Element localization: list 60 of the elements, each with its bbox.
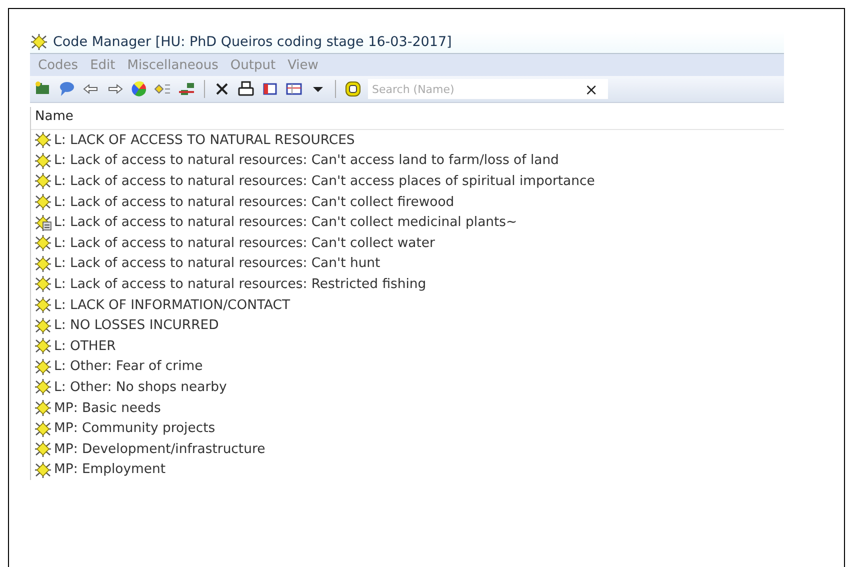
code-row[interactable]: L: Other: Fear of crime — [31, 356, 784, 378]
code-star-icon — [34, 296, 52, 314]
code-name: MP: Employment — [54, 462, 166, 478]
code-row[interactable]: L: NO LOSSES INCURRED — [31, 315, 784, 336]
color-wheel-icon[interactable] — [130, 80, 148, 98]
code-row[interactable]: L: OTHER — [31, 336, 784, 357]
code-name: L: NO LOSSES INCURRED — [54, 318, 219, 334]
code-name: L: Lack of access to natural resources: Can't collect medicinal plants~ — [54, 215, 518, 230]
code-row[interactable]: L: Lack of access to natural resources: Can't access land to farm/loss of land — [31, 150, 784, 172]
code-star-icon — [34, 131, 52, 150]
code-star-icon — [34, 378, 52, 396]
code-name: L: OTHER — [54, 338, 116, 354]
code-row[interactable]: MP: Employment — [31, 460, 784, 480]
code-name: L: Lack of access to natural resources: Restricted fishing — [54, 276, 426, 292]
code-name: L: LACK OF ACCESS TO NATURAL RESOURCES — [54, 132, 355, 148]
code-star-icon — [34, 172, 52, 190]
code-name: L: LACK OF INFORMATION/CONTACT — [54, 298, 290, 313]
code-row[interactable]: MP: Development/infrastructure — [31, 438, 784, 460]
code-row[interactable]: L: Other: No shops nearby — [31, 377, 784, 398]
code-star-icon — [34, 316, 52, 335]
code-star-icon — [34, 420, 52, 438]
column-header[interactable]: Name — [31, 107, 784, 130]
code-name: L: Lack of access to natural resources: Can't hunt — [54, 256, 380, 272]
code-memo-icon — [34, 214, 52, 232]
speech-bubble-icon[interactable] — [58, 80, 76, 98]
code-star-icon — [34, 234, 52, 252]
code-star-icon — [34, 399, 52, 418]
code-star-icon — [34, 152, 52, 170]
search-field[interactable]: Search (Name) × — [368, 79, 608, 99]
code-name: L: Other: Fear of crime — [54, 359, 203, 374]
code-star-icon — [30, 33, 48, 51]
code-row[interactable]: L: Lack of access to natural resources: Restricted fishing — [31, 274, 784, 295]
window-title: Code Manager [HU: PhD Queiros coding stage 16-03-2017] — [53, 34, 452, 50]
code-name: L: Other: No shops nearby — [54, 380, 227, 395]
ring-icon[interactable] — [344, 80, 362, 98]
code-name: MP: Development/infrastructure — [54, 442, 266, 457]
code-name: L: Lack of access to natural resources: Can't access land to farm/loss of land — [54, 153, 559, 168]
code-star-icon — [34, 440, 52, 458]
code-name: MP: Community projects — [54, 421, 216, 436]
clear-button[interactable]: × — [578, 80, 604, 98]
code-row[interactable]: L: Lack of access to natural resources: Can't collect medicinal plants~ — [31, 212, 784, 233]
code-row[interactable]: L: Lack of access to natural resources: Can't collect firewood — [31, 192, 784, 212]
code-star-icon — [34, 358, 52, 376]
printer-icon[interactable] — [237, 80, 255, 98]
code-row[interactable]: L: Lack of access to natural resources: Can't collect water — [31, 232, 784, 254]
code-row[interactable]: L: Lack of access to natural resources: Can't access places of spiritual importance — [31, 171, 784, 192]
code-row[interactable]: L: LACK OF ACCESS TO NATURAL RESOURCES — [31, 130, 784, 151]
code-star-icon — [34, 460, 52, 479]
code-row[interactable]: L: Lack of access to natural resources: Can't hunt — [31, 254, 784, 274]
code-row[interactable]: L: LACK OF INFORMATION/CONTACT — [31, 294, 784, 316]
code-name: L: Lack of access to natural resources: Can't access places of spiritual importance — [54, 174, 595, 189]
code-row[interactable]: MP: Basic needs — [31, 398, 784, 418]
code-star-icon — [34, 275, 52, 294]
code-row[interactable]: MP: Community projects — [31, 418, 784, 439]
code-star-icon — [34, 254, 52, 273]
code-star-icon — [34, 193, 52, 212]
code-name: MP: Basic needs — [54, 400, 161, 416]
code-name: L: Lack of access to natural resources: Can't collect firewood — [54, 194, 454, 210]
code-name: L: Lack of access to natural resources: Can't collect water — [54, 236, 435, 251]
code-star-icon — [34, 337, 52, 356]
